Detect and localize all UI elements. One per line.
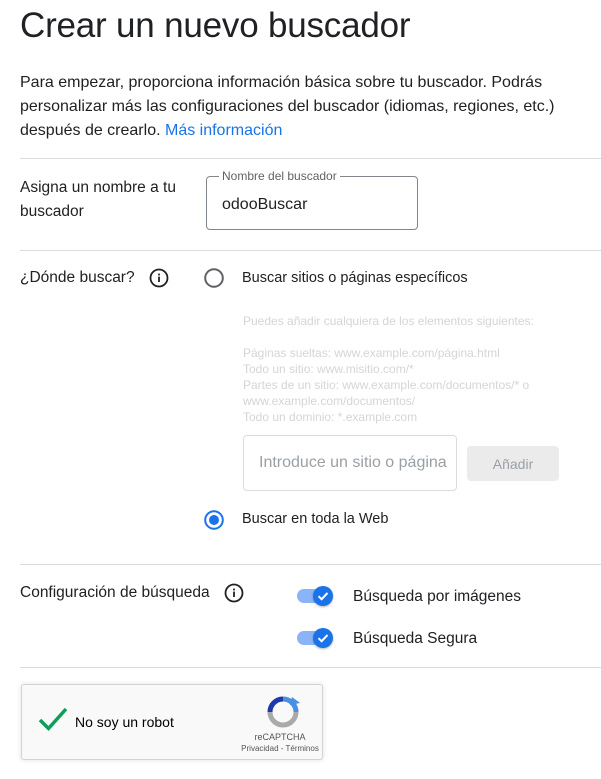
where-label: ¿Dónde buscar? <box>20 269 135 286</box>
hint-line: Páginas sueltas: www.example.com/página.… <box>243 346 500 360</box>
engine-name-value[interactable]: odooBuscar <box>222 196 307 214</box>
checkmark-icon[interactable] <box>36 705 70 740</box>
radio-whole-web[interactable] <box>204 510 224 530</box>
captcha-links[interactable]: Privacidad - Términos <box>228 744 332 753</box>
config-label: Configuración de búsqueda <box>20 584 210 601</box>
check-icon <box>313 586 333 606</box>
config-label-row: Configuración de búsqueda <box>20 583 244 603</box>
recaptcha-widget: No soy un robot reCAPTCHA Privacidad - T… <box>21 684 323 760</box>
intro-text: Para empezar, proporciona información bá… <box>20 74 555 139</box>
hint-line: Partes de un sitio: www.example.com/docu… <box>243 378 530 392</box>
check-icon <box>313 628 333 648</box>
divider <box>20 158 601 159</box>
hint-title: Puedes añadir cualquiera de los elemento… <box>243 314 534 328</box>
divider <box>20 667 601 668</box>
name-label: Asigna un nombre a tu buscador <box>20 179 176 220</box>
info-icon[interactable] <box>149 268 169 288</box>
captcha-brand: reCAPTCHA <box>254 732 306 742</box>
page-title: Crear un nuevo buscador <box>20 6 411 45</box>
hint-line: Todo un sitio: www.misitio.com/* <box>243 362 414 376</box>
engine-name-field[interactable]: Nombre del buscador odooBuscar <box>206 169 418 230</box>
intro-paragraph: Para empezar, proporciona información bá… <box>20 71 580 143</box>
hint-line: www.example.com/documentos/ <box>243 394 416 408</box>
safe-search-toggle[interactable] <box>297 628 333 648</box>
hint-line: Todo un dominio: *.example.com <box>243 410 418 424</box>
more-info-link[interactable]: Más información <box>165 122 282 139</box>
safe-search-label: Búsqueda Segura <box>353 630 478 647</box>
divider <box>20 564 601 565</box>
radio-specific-sites-label: Buscar sitios o páginas específicos <box>242 270 468 286</box>
site-input[interactable]: Introduce un sitio o página <box>243 435 457 491</box>
engine-name-legend: Nombre del buscador <box>219 169 340 183</box>
radio-specific-sites[interactable] <box>204 268 224 288</box>
divider <box>20 250 601 251</box>
info-icon[interactable] <box>224 583 244 603</box>
captcha-label: No soy un robot <box>75 714 174 730</box>
recaptcha-logo-icon <box>266 695 300 734</box>
image-search-label: Búsqueda por imágenes <box>353 588 522 605</box>
add-site-button[interactable]: Añadir <box>467 446 559 481</box>
radio-whole-web-label: Buscar en toda la Web <box>242 511 389 527</box>
where-label-row: ¿Dónde buscar? <box>20 268 169 288</box>
image-search-toggle[interactable] <box>297 586 333 606</box>
